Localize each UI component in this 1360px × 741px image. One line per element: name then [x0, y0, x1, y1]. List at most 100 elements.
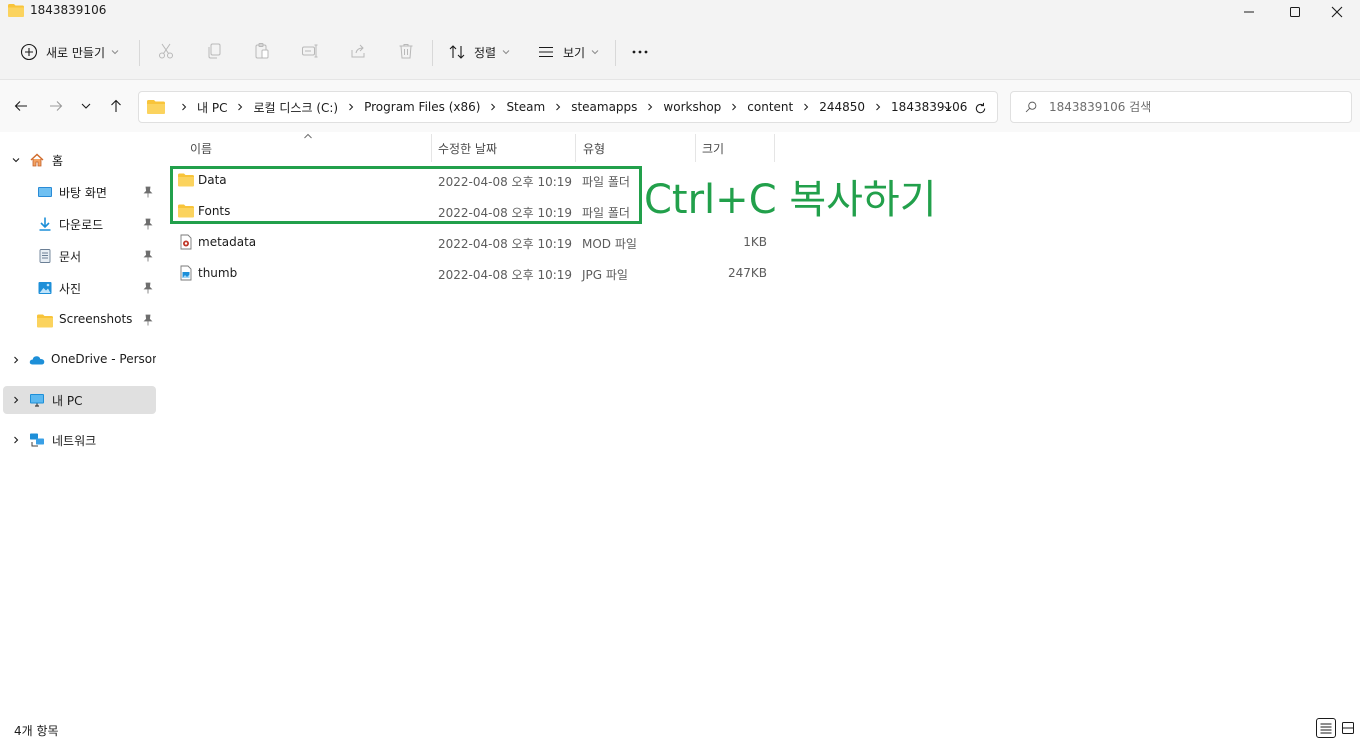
file-row[interactable]: metadata 2022-04-08 오후 10:19 MOD 파일 1KB	[169, 227, 779, 257]
chevron-right-icon	[732, 103, 737, 111]
recent-locations-button[interactable]	[76, 96, 96, 116]
tiles-view-icon	[1342, 722, 1354, 734]
sidebar-item-label: 홈	[52, 154, 64, 168]
add-icon	[20, 43, 38, 61]
cut-button[interactable]	[157, 42, 177, 62]
maximize-button[interactable]	[1272, 0, 1318, 24]
column-header-date[interactable]: 수정한 날짜	[438, 140, 497, 157]
breadcrumb-item[interactable]: 244850	[819, 100, 865, 114]
chevron-down-icon	[502, 50, 510, 55]
navigation-bar: 내 PC 로컬 디스크 (C:) Program Files (x86) Ste…	[0, 80, 1360, 132]
chevron-right-icon	[14, 436, 19, 444]
details-view-button[interactable]	[1316, 718, 1336, 738]
sidebar-item-label: 내 PC	[52, 394, 83, 408]
view-label: 보기	[563, 45, 586, 60]
arrow-left-icon	[14, 101, 27, 111]
network-icon	[30, 433, 44, 447]
more-icon	[632, 50, 648, 54]
rename-button[interactable]	[301, 42, 321, 62]
navigation-pane: 홈 바탕 화면 다운로드 문서 사진 Screenshots OneDrive …	[0, 132, 158, 716]
tiles-view-button[interactable]	[1338, 718, 1358, 738]
up-button[interactable]	[106, 96, 126, 116]
chevron-down-icon	[944, 105, 952, 111]
folder-icon	[8, 4, 24, 17]
file-name: metadata	[198, 235, 257, 249]
sidebar-item-downloads[interactable]: 다운로드	[3, 210, 156, 238]
delete-button[interactable]	[397, 42, 417, 62]
column-divider[interactable]	[575, 134, 576, 162]
paste-button[interactable]	[253, 42, 273, 62]
minimize-button[interactable]	[1226, 0, 1272, 24]
column-header-size[interactable]: 크기	[702, 140, 724, 157]
copy-button[interactable]	[205, 42, 225, 62]
breadcrumb-item[interactable]: Steam	[506, 100, 545, 114]
details-view-icon	[1320, 723, 1332, 734]
search-box[interactable]	[1010, 91, 1352, 123]
folder-icon	[147, 100, 165, 114]
cut-icon	[159, 43, 173, 59]
pc-icon	[30, 394, 44, 407]
forward-button[interactable]	[46, 96, 66, 116]
more-options-button[interactable]	[631, 42, 651, 62]
pin-icon	[143, 218, 153, 230]
file-size: 1KB	[743, 235, 767, 249]
search-icon	[1025, 101, 1037, 113]
breadcrumb-item[interactable]: workshop	[663, 100, 721, 114]
file-type: MOD 파일	[582, 237, 637, 251]
trash-icon	[399, 44, 413, 59]
column-divider[interactable]	[431, 134, 432, 162]
annotation-text: Ctrl+C 복사하기	[644, 177, 937, 223]
breadcrumb-item[interactable]: 내 PC	[197, 99, 227, 116]
new-button[interactable]: 새로 만들기	[12, 34, 127, 70]
file-name: thumb	[198, 266, 238, 280]
sidebar-item-this-pc[interactable]: 내 PC	[3, 386, 156, 414]
rename-icon	[302, 44, 318, 58]
onedrive-icon	[29, 356, 45, 365]
sidebar-item-documents[interactable]: 문서	[3, 242, 156, 270]
refresh-button[interactable]	[972, 100, 988, 116]
breadcrumb-item[interactable]: Program Files (x86)	[364, 100, 480, 114]
toolbar-divider	[139, 40, 140, 66]
document-icon	[39, 249, 51, 263]
share-button[interactable]	[349, 42, 369, 62]
sidebar-item-screenshots[interactable]: Screenshots	[3, 306, 156, 334]
close-button[interactable]	[1314, 0, 1360, 24]
close-icon	[1331, 6, 1343, 18]
sidebar-item-desktop[interactable]: 바탕 화면	[3, 178, 156, 206]
column-header-name[interactable]: 이름	[190, 140, 212, 157]
breadcrumb-item[interactable]: content	[747, 100, 793, 114]
sidebar-item-label: OneDrive - Persona	[51, 352, 156, 366]
pin-icon	[143, 250, 153, 262]
column-header-type[interactable]: 유형	[583, 140, 605, 157]
sort-button[interactable]: 정렬	[440, 34, 518, 70]
sidebar-item-pictures[interactable]: 사진	[3, 274, 156, 302]
refresh-icon	[975, 102, 985, 113]
chevron-right-icon	[349, 103, 354, 111]
pin-icon	[143, 282, 153, 294]
arrow-up-icon	[111, 99, 121, 112]
sidebar-item-label: 사진	[59, 282, 82, 296]
sidebar-item-network[interactable]: 네트워크	[3, 426, 156, 454]
chevron-right-icon	[14, 396, 19, 404]
chevron-down-icon	[591, 50, 599, 55]
file-date: 2022-04-08 오후 10:19	[438, 237, 573, 251]
chevron-down-icon	[111, 50, 119, 55]
column-divider[interactable]	[774, 134, 775, 162]
chevron-right-icon	[14, 356, 19, 364]
image-file-icon	[180, 265, 192, 281]
sidebar-item-home[interactable]: 홈	[3, 146, 156, 174]
breadcrumb-item[interactable]: 로컬 디스크 (C:)	[253, 99, 338, 116]
sort-icon	[449, 45, 465, 59]
copy-icon	[208, 43, 221, 59]
chevron-down-icon	[12, 158, 20, 163]
file-row[interactable]: thumb 2022-04-08 오후 10:19 JPG 파일 247KB	[169, 258, 779, 288]
sidebar-item-onedrive[interactable]: OneDrive - Persona	[3, 346, 156, 374]
back-button[interactable]	[11, 96, 31, 116]
desktop-icon	[38, 187, 52, 197]
search-input[interactable]	[1049, 100, 1329, 114]
column-divider[interactable]	[695, 134, 696, 162]
address-history-button[interactable]	[940, 100, 956, 116]
address-bar[interactable]: 내 PC 로컬 디스크 (C:) Program Files (x86) Ste…	[138, 91, 998, 123]
view-button[interactable]: 보기	[529, 34, 607, 70]
breadcrumb-item[interactable]: steamapps	[571, 100, 637, 114]
